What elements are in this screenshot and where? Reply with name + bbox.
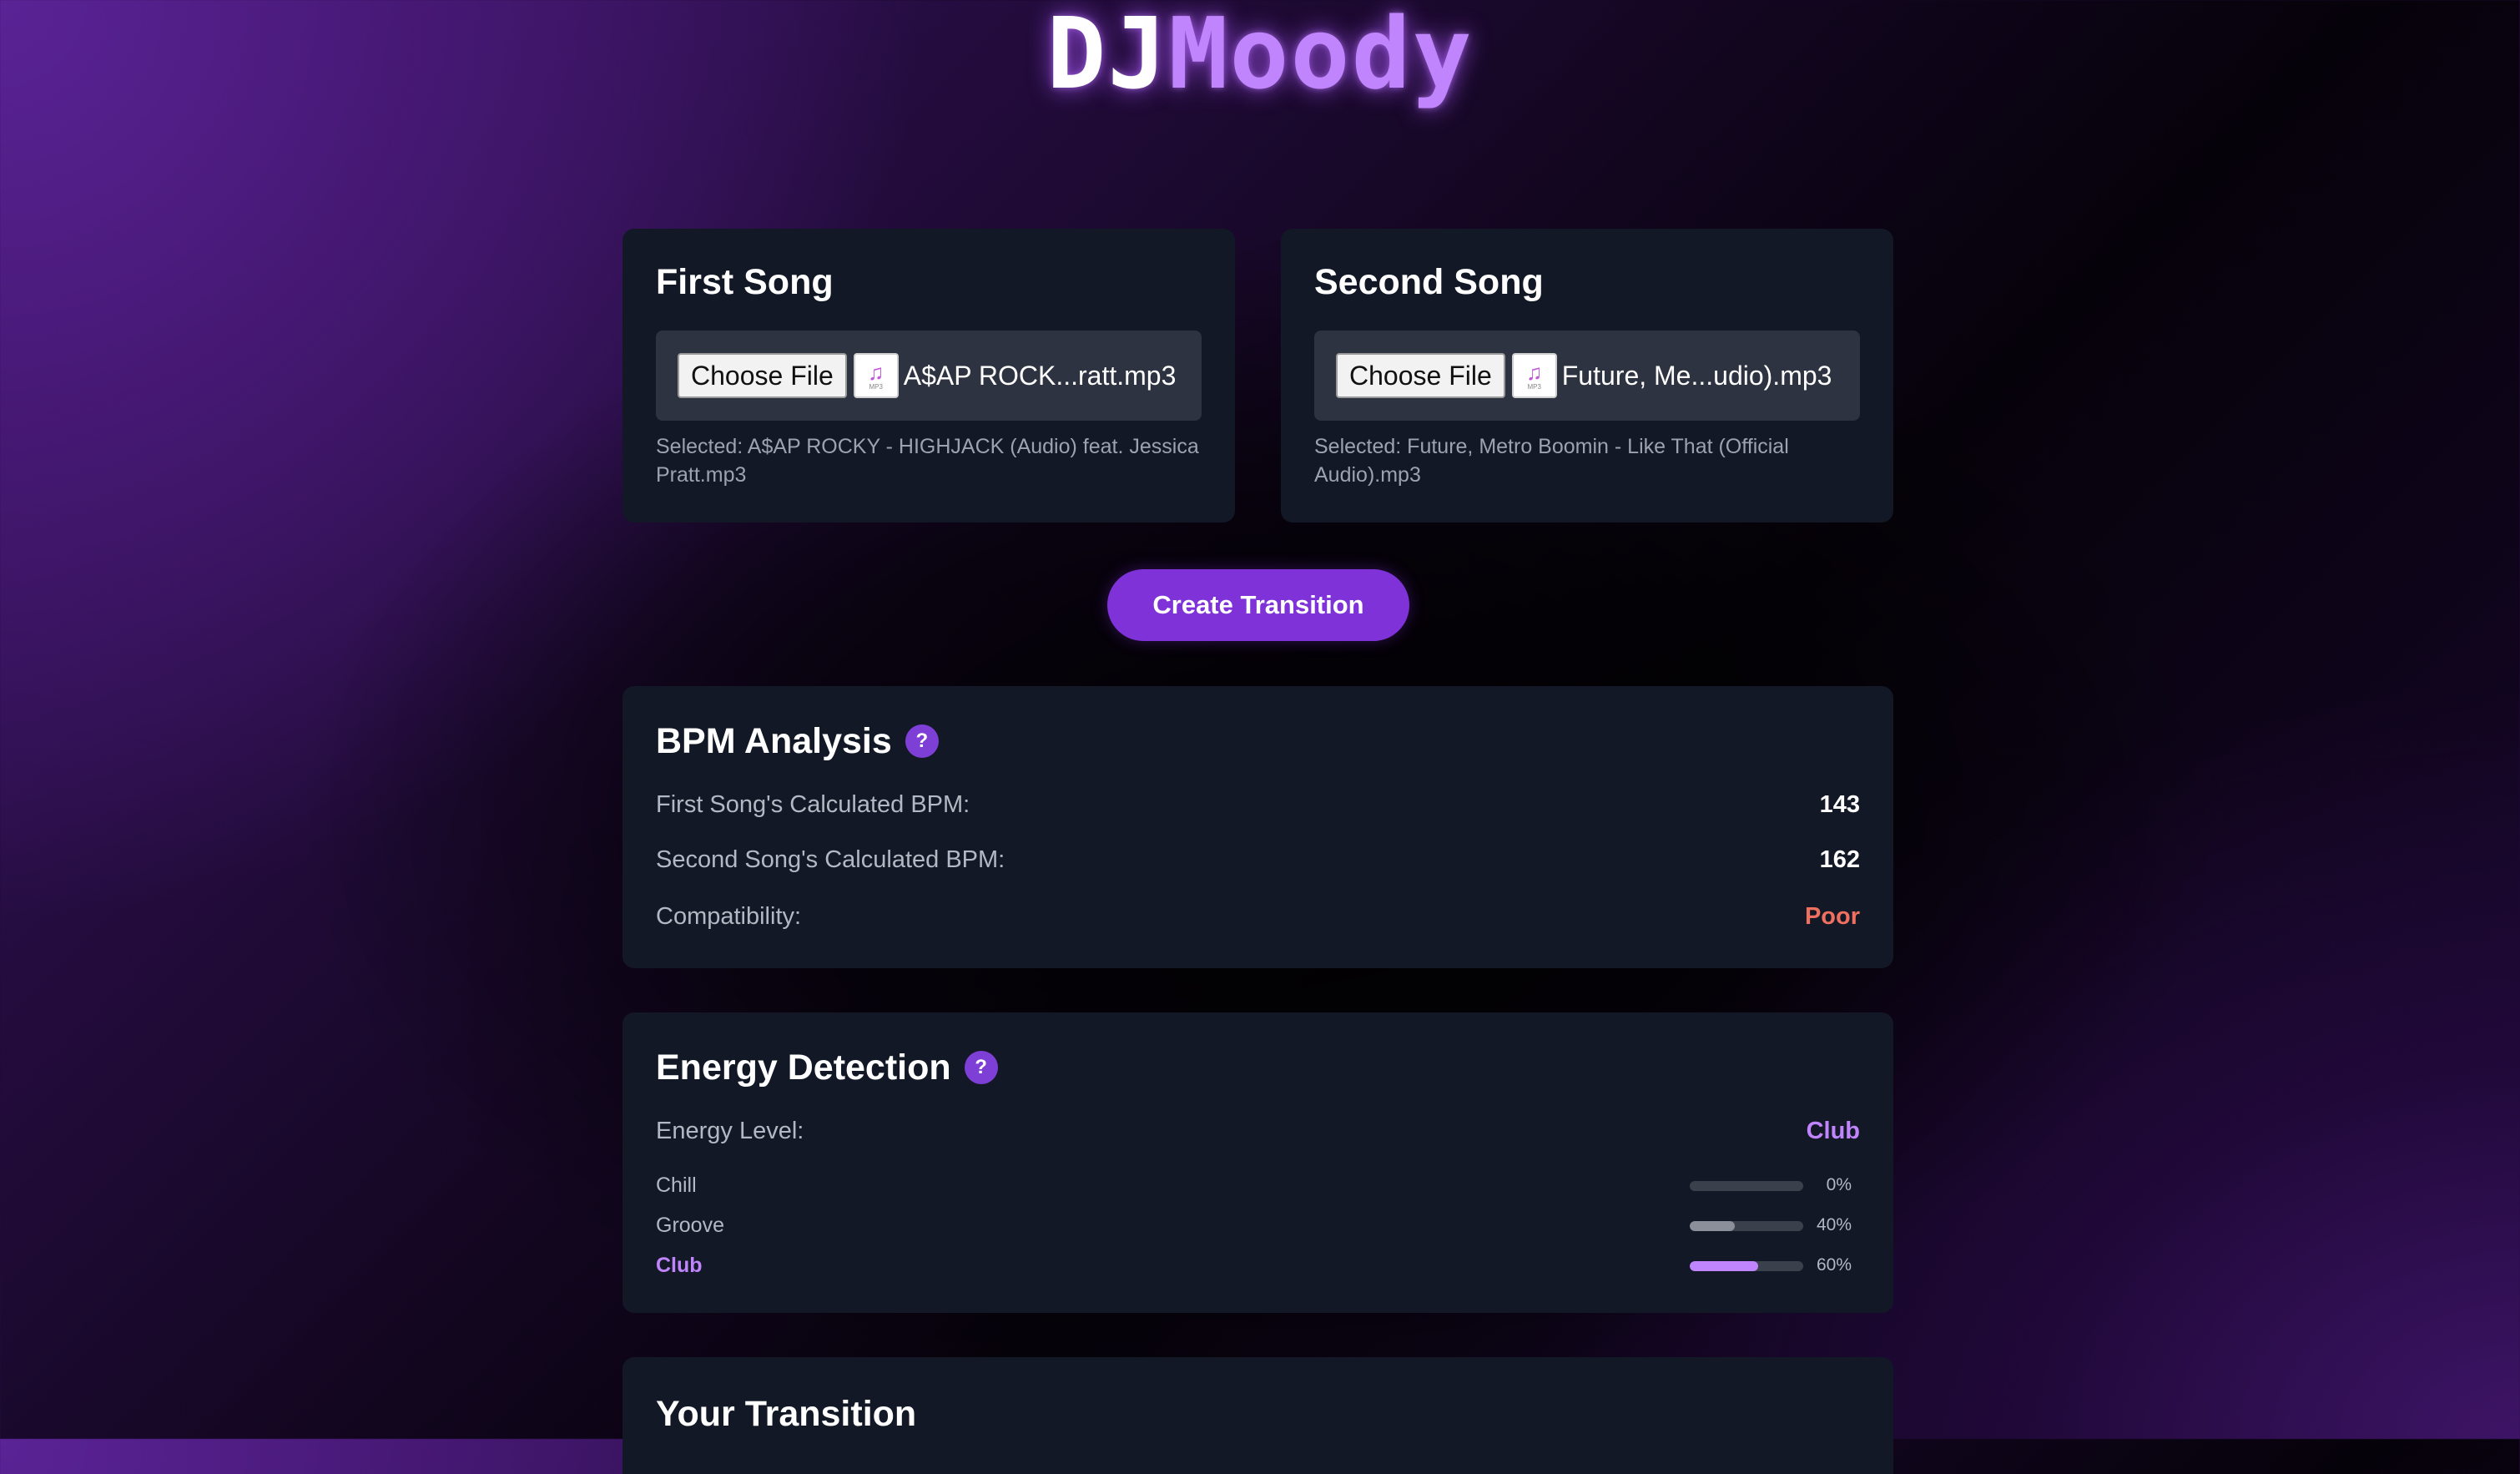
second-song-bpm-label: Second Song's Calculated BPM: <box>656 846 1005 873</box>
logo-moody: Moody <box>1168 0 1474 111</box>
energy-progress-track <box>1690 1181 1803 1191</box>
compatibility-row: Compatibility: Poor <box>656 900 1860 933</box>
first-song-file-input[interactable]: Choose File ♫ MP3 A$AP ROCK...ratt.mp3 <box>656 331 1202 421</box>
create-transition-button[interactable]: Create Transition <box>1107 569 1409 641</box>
energy-progress-fill <box>1690 1261 1758 1271</box>
energy-level-percent: 60% <box>1816 1255 1852 1275</box>
your-transition-card: Your Transition <box>622 1357 1893 1474</box>
music-file-icon: ♫ MP3 <box>1511 353 1557 398</box>
first-song-card: First Song Choose File ♫ MP3 A$AP ROCK...… <box>622 229 1235 522</box>
second-song-file-input[interactable]: Choose File ♫ MP3 Future, Me...udio).mp3 <box>1314 331 1860 421</box>
energy-progress-fill <box>1690 1221 1736 1231</box>
energy-progress-track <box>1690 1261 1803 1271</box>
energy-level-value: Club <box>1806 1118 1860 1144</box>
compatibility-label: Compatibility: <box>656 903 802 930</box>
energy-level-chill: Chill 0% <box>656 1171 1860 1199</box>
question-circle-icon[interactable]: ? <box>964 1051 998 1084</box>
first-song-bpm-label: First Song's Calculated BPM: <box>656 791 970 818</box>
bpm-analysis-card: BPM Analysis? First Song's Calculated BP… <box>622 686 1893 968</box>
your-transition-title: Your Transition <box>656 1394 917 1434</box>
energy-level-label: Energy Level: <box>656 1118 804 1144</box>
music-file-icon: ♫ MP3 <box>853 353 899 398</box>
energy-level-groove: Groove 40% <box>656 1211 1860 1239</box>
first-song-selected-text: Selected: A$AP ROCKY - HIGHJACK (Audio) … <box>656 435 1199 487</box>
energy-level-row: Energy Level: Club <box>656 1114 1860 1148</box>
first-song-file-name: A$AP ROCK...ratt.mp3 <box>903 360 1177 391</box>
second-song-bpm-row: Second Song's Calculated BPM: 162 <box>656 843 1860 876</box>
second-song-title: Second Song <box>1314 262 1544 302</box>
second-song-file-name: Future, Me...udio).mp3 <box>1561 360 1832 391</box>
energy-level-name: Club <box>656 1254 703 1277</box>
question-circle-icon[interactable]: ? <box>905 724 939 758</box>
energy-progress-track <box>1690 1221 1803 1231</box>
second-song-selected-text: Selected: Future, Metro Boomin - Like Th… <box>1314 435 1789 487</box>
compatibility-value: Poor <box>1804 903 1860 930</box>
second-song-choose-file-button[interactable]: Choose File <box>1336 353 1505 398</box>
energy-level-percent: 0% <box>1826 1175 1852 1194</box>
logo-dj: DJ <box>1046 0 1169 111</box>
energy-level-name: Groove <box>656 1214 724 1237</box>
app-logo: DJMoody <box>0 0 2520 109</box>
first-song-bpm-value: 143 <box>1819 791 1860 818</box>
energy-level-percent: 40% <box>1816 1215 1852 1234</box>
second-song-card: Second Song Choose File ♫ MP3 Future, Me.… <box>1281 229 1893 522</box>
first-song-choose-file-button[interactable]: Choose File <box>678 353 847 398</box>
second-song-bpm-value: 162 <box>1819 846 1860 873</box>
energy-detection-card: Energy Detection? Energy Level: Club Chi… <box>622 1012 1893 1313</box>
first-song-bpm-row: First Song's Calculated BPM: 143 <box>656 788 1860 821</box>
energy-detection-title: Energy Detection? <box>656 1046 998 1089</box>
energy-level-club: Club 60% <box>656 1251 1860 1280</box>
first-song-title: First Song <box>656 262 834 302</box>
energy-level-name: Chill <box>656 1174 697 1197</box>
bpm-analysis-title: BPM Analysis? <box>656 719 939 763</box>
